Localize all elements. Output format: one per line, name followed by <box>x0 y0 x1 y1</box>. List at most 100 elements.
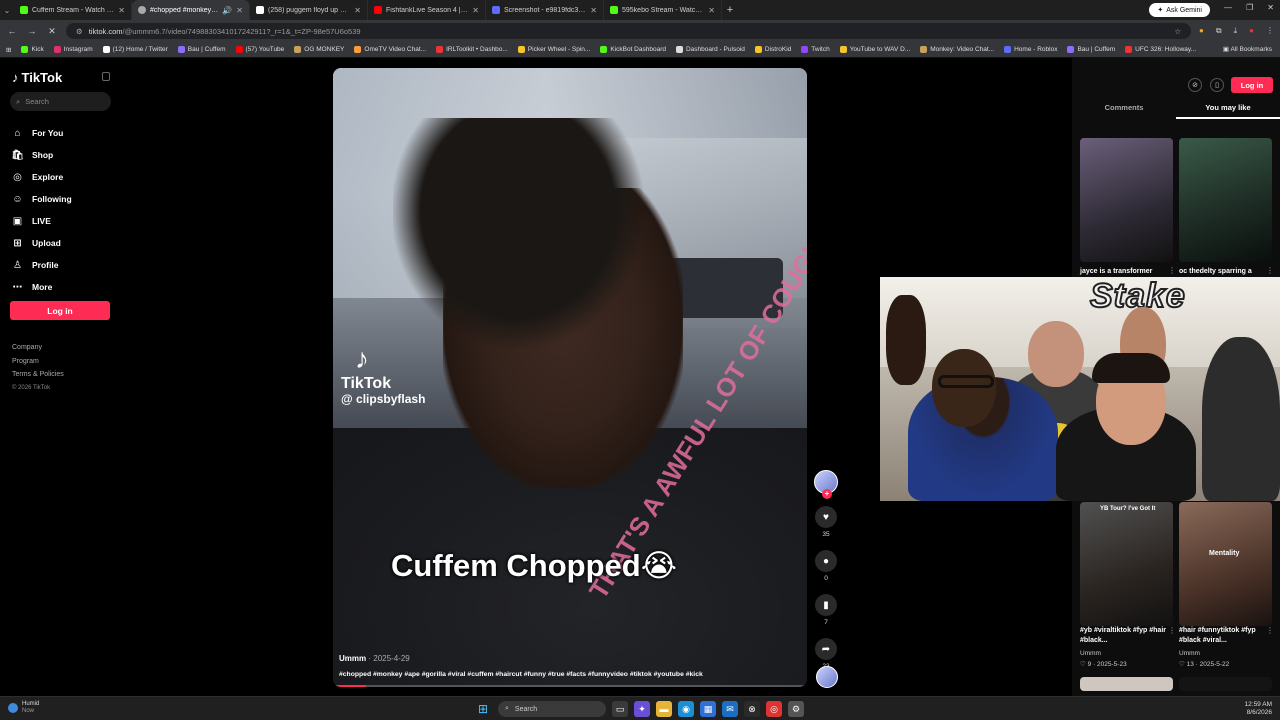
search-input[interactable]: ⌕ Search <box>10 92 111 111</box>
apps-grid-icon[interactable]: ⊞ <box>6 46 11 54</box>
video-author[interactable]: Ummm <box>339 654 366 663</box>
url-field[interactable]: ⚙ tiktok.com/@ummm6.7/video/749883034101… <box>66 23 1192 39</box>
speaker-icon[interactable]: 🔊 <box>222 6 232 15</box>
bookmark-item[interactable]: Monkey: Video Chat... <box>920 46 994 53</box>
bookmark-item[interactable]: KickBot Dashboard <box>600 46 666 53</box>
back-icon[interactable]: ← <box>6 26 18 36</box>
task-view-icon[interactable]: ▭ <box>612 701 628 717</box>
sidebar-item-upload[interactable]: ⊞ Upload <box>12 232 72 254</box>
close-icon[interactable]: ✕ <box>708 6 715 15</box>
suggested-video-thumb[interactable]: YB Tour? I've Got It <box>1080 502 1173 626</box>
video-hashtags[interactable]: #chopped #monkey #ape #gorilla #viral #c… <box>339 671 703 678</box>
extension-icon[interactable]: ● <box>1199 26 1204 36</box>
comment-button[interactable]: ● <box>815 550 837 572</box>
bookmark-item[interactable]: Twitch <box>801 46 830 53</box>
bookmark-item[interactable]: YouTube to WAV D... <box>839 46 910 53</box>
file-explorer-icon[interactable]: ▬ <box>656 701 672 717</box>
all-bookmarks-folder[interactable]: ▣ All Bookmarks <box>1214 45 1272 53</box>
store-icon[interactable]: ▦ <box>700 701 716 717</box>
compass-icon[interactable]: ⊘ <box>1188 78 1202 92</box>
new-tab-button[interactable]: + <box>722 4 738 16</box>
close-icon[interactable]: ✕ <box>118 6 125 15</box>
suggested-video-thumb[interactable] <box>1080 138 1173 262</box>
bookmark-item[interactable]: OmeTV Video Chat... <box>354 46 426 53</box>
suggested-video-user[interactable]: Ummm <box>1179 650 1200 657</box>
bookmark-item[interactable]: OG MONKEY <box>294 46 344 53</box>
sidebar-item-more[interactable]: ⋯ More <box>12 276 72 298</box>
weather-widget[interactable]: Humid Now <box>8 701 39 715</box>
close-icon[interactable]: ✕ <box>236 6 243 15</box>
login-button[interactable]: Log in <box>10 301 110 320</box>
video-player[interactable]: THAT'S A AWFUL LOT OF COUGH SYRUP ♪ TikT… <box>333 68 807 687</box>
collapse-sidebar-icon[interactable] <box>102 72 110 81</box>
ask-gemini-button[interactable]: ✦ Ask Gemini <box>1149 3 1210 17</box>
downloads-icon[interactable]: ⤓ <box>1234 26 1238 36</box>
bookmark-item[interactable]: Picker Wheel - Spin... <box>517 46 590 53</box>
settings-gear-icon[interactable]: ⚙ <box>788 701 804 717</box>
bookmark-item[interactable]: IRLToolkit • Dashbo... <box>436 46 508 53</box>
close-icon[interactable]: ✕ <box>590 6 597 15</box>
stop-loading-icon[interactable]: ✕ <box>46 26 58 37</box>
bookmark-item[interactable]: (12) Home / Twitter <box>102 46 168 53</box>
menu-kebab-icon[interactable]: ⋮ <box>1266 26 1274 36</box>
taskbar-clock[interactable]: 12:59 AM 8/6/2026 <box>1245 701 1272 717</box>
browser-tab[interactable]: 595kebo Stream - Watch Live o ✕ <box>604 0 722 20</box>
save-button[interactable]: ▮ <box>815 594 837 616</box>
suggested-video-caption[interactable]: #hair #funnytiktok #fyp #black #viral... <box>1179 626 1269 646</box>
restore-icon[interactable]: ❐ <box>1246 3 1253 12</box>
mail-icon[interactable]: ✉ <box>722 701 738 717</box>
close-window-icon[interactable]: ✕ <box>1267 3 1274 12</box>
windows-start-icon[interactable]: ⊞ <box>478 702 488 716</box>
more-options-icon[interactable]: ⋮ <box>1266 626 1274 635</box>
suggested-video-user[interactable]: Ummm <box>1080 650 1101 657</box>
suggested-video-thumb[interactable] <box>1179 138 1272 262</box>
tab-you-may-like[interactable]: You may like <box>1176 101 1280 119</box>
like-button[interactable]: ♥ <box>815 506 837 528</box>
follow-plus-icon[interactable]: + <box>822 489 832 499</box>
bookmark-item[interactable]: Home - Roblox <box>1004 46 1057 53</box>
browser-tab[interactable]: Screenshot - e9819fdc3891bc ✕ <box>486 0 604 20</box>
xbox-icon[interactable]: ⊗ <box>744 701 760 717</box>
phone-icon[interactable]: ▯ <box>1210 78 1224 92</box>
footer-link-program[interactable]: Program <box>12 355 64 369</box>
sidebar-item-live[interactable]: ▣ LIVE <box>12 210 72 232</box>
bookmark-item[interactable]: (57) YouTube <box>235 46 284 53</box>
tab-search-icon[interactable]: ⌄ <box>0 6 14 15</box>
bookmark-item[interactable]: DistroKid <box>754 46 791 53</box>
minimize-icon[interactable]: — <box>1224 3 1232 12</box>
bookmark-item[interactable]: Dashboard - Pulsoid <box>675 46 745 53</box>
bookmark-item[interactable]: Bau | Cuffem <box>1067 46 1115 53</box>
more-options-icon[interactable]: ⋮ <box>1168 266 1176 275</box>
sound-avatar[interactable] <box>816 666 838 688</box>
suggested-video-thumb[interactable] <box>1080 677 1173 691</box>
suggested-video-thumb[interactable]: Mentality <box>1179 502 1272 626</box>
extensions-puzzle-icon[interactable]: ⧉ <box>1216 26 1222 36</box>
bookmark-item[interactable]: Instagram <box>53 46 93 53</box>
creator-avatar[interactable]: + <box>814 470 838 499</box>
profile-avatar-icon[interactable]: ● <box>1249 26 1254 36</box>
share-button[interactable]: ➦ <box>815 638 837 660</box>
taskbar-search-input[interactable]: ⌕ Search <box>498 701 606 717</box>
footer-link-terms[interactable]: Terms & Policies <box>12 368 64 382</box>
bookmark-star-icon[interactable]: ☆ <box>1174 27 1181 36</box>
site-info-icon[interactable]: ⚙ <box>76 27 83 36</box>
header-login-button[interactable]: Log in <box>1231 77 1273 93</box>
close-icon[interactable]: ✕ <box>354 6 361 15</box>
tab-comments[interactable]: Comments <box>1072 101 1176 119</box>
browser-tab-active[interactable]: #chopped #monkey #ape 🔊 ✕ <box>132 0 250 20</box>
suggested-video-thumb[interactable] <box>1179 677 1272 691</box>
bookmark-item[interactable]: Bau | Cuffem <box>177 46 226 53</box>
suggested-video-caption[interactable]: #yb #viraltiktok #fyp #hair #black... <box>1080 626 1170 646</box>
browser-tab[interactable]: Cuffem Stream - Watch Live on ✕ <box>14 0 132 20</box>
copilot-icon[interactable]: ✦ <box>634 701 650 717</box>
more-options-icon[interactable]: ⋮ <box>1266 266 1274 275</box>
browser-tab[interactable]: FishtankLive Season 4 | Freddy ✕ <box>368 0 486 20</box>
tiktok-logo[interactable]: ♪ TikTok <box>12 70 62 85</box>
sidebar-item-explore[interactable]: ◎ Explore <box>12 166 72 188</box>
edge-icon[interactable]: ◉ <box>678 701 694 717</box>
bookmark-item[interactable]: UFC 326: Holloway... <box>1125 46 1196 53</box>
video-progress-bar[interactable] <box>333 685 807 687</box>
chrome-icon[interactable]: ◎ <box>766 701 782 717</box>
browser-tab[interactable]: (258) puggem floyd up on X: " ✕ <box>250 0 368 20</box>
close-icon[interactable]: ✕ <box>472 6 479 15</box>
